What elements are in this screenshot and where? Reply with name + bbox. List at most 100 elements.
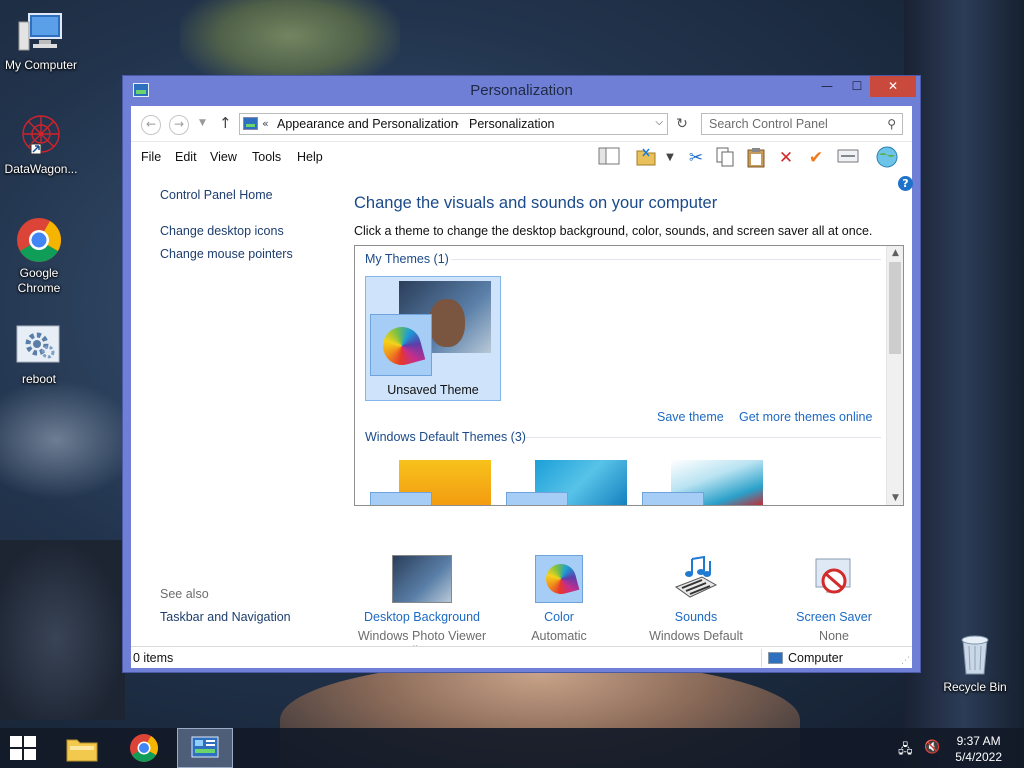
window-title: Personalization (470, 82, 573, 99)
search-input[interactable]: Search Control Panel ⚲ (701, 113, 903, 135)
personalization-window: Personalization ✕ — ☐ ← → ▼ ↑ « Appearanc… (122, 75, 921, 673)
taskbar-control-panel[interactable] (177, 728, 233, 768)
volume-muted-icon[interactable]: 🔇 (924, 740, 940, 755)
get-more-themes-link[interactable]: Get more themes online (739, 410, 872, 424)
color-link[interactable]: Color (489, 609, 629, 625)
breadcrumb-personalization[interactable]: Personalization (469, 117, 554, 131)
themes-list[interactable]: My Themes (1) Unsaved Theme Save theme G… (354, 245, 904, 506)
group-divider (451, 259, 881, 260)
screen-saver-value: None (819, 629, 849, 643)
screen-saver-option[interactable]: Screen Saver None (764, 555, 904, 644)
scroll-up-arrow[interactable]: ▲ (887, 248, 903, 258)
status-bar: 0 items Computer ⋰ (131, 646, 912, 668)
color-swatch (370, 314, 432, 376)
delete-icon[interactable]: ✕ (774, 146, 798, 170)
vertical-scrollbar[interactable]: ▲ ▼ (886, 246, 903, 505)
desktop-background-option[interactable]: Desktop Background Windows Photo Viewer … (352, 555, 492, 659)
menu-view[interactable]: View (210, 150, 237, 164)
globe-icon[interactable] (875, 146, 899, 170)
back-button[interactable]: ← (141, 115, 161, 135)
folder-icon (66, 739, 98, 762)
color-value: Automatic (531, 629, 587, 643)
desktop-icon-recycle-bin[interactable]: Recycle Bin (934, 630, 1016, 695)
gear-icon (15, 322, 63, 370)
folder-properties-icon[interactable] (634, 146, 658, 170)
copy-icon[interactable] (713, 146, 737, 170)
cut-icon[interactable]: ✂ (684, 146, 708, 170)
taskbar-file-explorer[interactable] (54, 728, 110, 768)
checkmark-icon[interactable]: ✔ (804, 146, 828, 170)
chevron-down-icon[interactable]: ▼ (658, 146, 682, 170)
paste-icon[interactable] (744, 146, 768, 170)
clock-date: 5/4/2022 (955, 750, 1002, 764)
color-fan-icon (542, 560, 580, 598)
scrollbar-thumb[interactable] (889, 262, 901, 354)
windows-logo-pane (10, 736, 22, 747)
layout-pane-icon[interactable] (597, 146, 621, 170)
sounds-value: Windows Default (649, 629, 743, 643)
menu-file[interactable]: File (141, 150, 161, 164)
theme-tile-unsaved[interactable]: Unsaved Theme (365, 276, 501, 401)
item-count: 0 items (133, 651, 174, 665)
breadcrumb-appearance[interactable]: Appearance and Personalization (277, 117, 458, 131)
address-field[interactable]: « Appearance and Personalization › Perso… (239, 113, 668, 135)
status-location: Computer (788, 651, 843, 665)
network-icon[interactable]: 🖧 (898, 740, 913, 762)
desktop-icon-google-chrome[interactable]: Google Chrome (0, 216, 80, 296)
refresh-button[interactable]: ↻ (671, 113, 693, 135)
status-divider (761, 649, 762, 667)
my-themes-heading: My Themes (1) (365, 252, 449, 266)
spiral-app-icon (17, 112, 65, 160)
start-button[interactable] (10, 736, 38, 760)
chrome-icon (15, 216, 63, 264)
screen-saver-link[interactable]: Screen Saver (764, 609, 904, 625)
page-description: Click a theme to change the desktop back… (354, 224, 873, 238)
color-option[interactable]: Color Automatic (489, 555, 629, 644)
desktop-icon-datawagon[interactable]: DataWagon... (0, 112, 82, 177)
save-theme-link[interactable]: Save theme (657, 410, 724, 424)
menu-edit[interactable]: Edit (175, 150, 197, 164)
up-button[interactable]: ↑ (219, 114, 232, 132)
title-bar[interactable]: Personalization ✕ — ☐ (123, 76, 920, 106)
desktop-icon-my-computer[interactable]: My Computer (0, 8, 82, 73)
resize-grip[interactable]: ⋰ (901, 656, 910, 666)
help-icon[interactable]: ? (898, 176, 913, 191)
close-button[interactable]: ✕ (870, 76, 916, 97)
search-icon[interactable]: ⚲ (887, 117, 896, 131)
control-panel-icon (191, 736, 219, 758)
recycle-bin-icon (951, 630, 999, 678)
chevron-right-icon[interactable]: › (455, 117, 459, 130)
taskbar-navigation-link[interactable]: Taskbar and Navigation (160, 610, 291, 624)
sounds-link[interactable]: Sounds (626, 609, 766, 625)
clock-time: 9:37 AM (956, 734, 1001, 748)
menu-help[interactable]: Help (297, 150, 323, 164)
desktop-background-link[interactable]: Desktop Background (352, 609, 492, 625)
windows-logo-pane (10, 749, 22, 760)
menu-tools[interactable]: Tools (252, 150, 281, 164)
wallpaper-shape (0, 380, 140, 500)
system-clock[interactable]: 9:37 AM 5/4/2022 (955, 733, 1002, 765)
wallpaper-shape (0, 540, 125, 720)
control-panel-home-link[interactable]: Control Panel Home (160, 188, 273, 202)
change-desktop-icons-link[interactable]: Change desktop icons (160, 224, 284, 238)
menu-bar: File Edit View Tools Help ▼ ✂ ✕ ✔ (131, 142, 912, 170)
desktop-icon-reboot[interactable]: reboot (0, 322, 80, 387)
chrome-icon (130, 734, 158, 762)
color-swatch (642, 492, 704, 505)
screen-saver-icon (810, 555, 858, 603)
theme-name: Unsaved Theme (387, 383, 479, 397)
sounds-option[interactable]: Sounds Windows Default (626, 555, 766, 644)
maximize-button[interactable]: ☐ (842, 76, 872, 97)
group-divider (525, 437, 881, 438)
breadcrumb-overflow[interactable]: « (262, 117, 269, 130)
recent-pages-dropdown[interactable]: ▼ (199, 118, 206, 128)
taskbar: 🖧 🔇 9:37 AM 5/4/2022 (0, 728, 1024, 768)
change-mouse-pointers-link[interactable]: Change mouse pointers (160, 247, 293, 261)
forward-button[interactable]: → (169, 115, 189, 135)
chevron-down-icon[interactable]: ⌵ (655, 117, 663, 128)
address-bar: ← → ▼ ↑ « Appearance and Personalization… (131, 106, 912, 142)
scroll-down-arrow[interactable]: ▼ (887, 493, 903, 503)
minimize-button[interactable]: — (812, 76, 842, 97)
taskbar-chrome[interactable] (116, 728, 172, 768)
properties-icon[interactable] (836, 146, 860, 170)
